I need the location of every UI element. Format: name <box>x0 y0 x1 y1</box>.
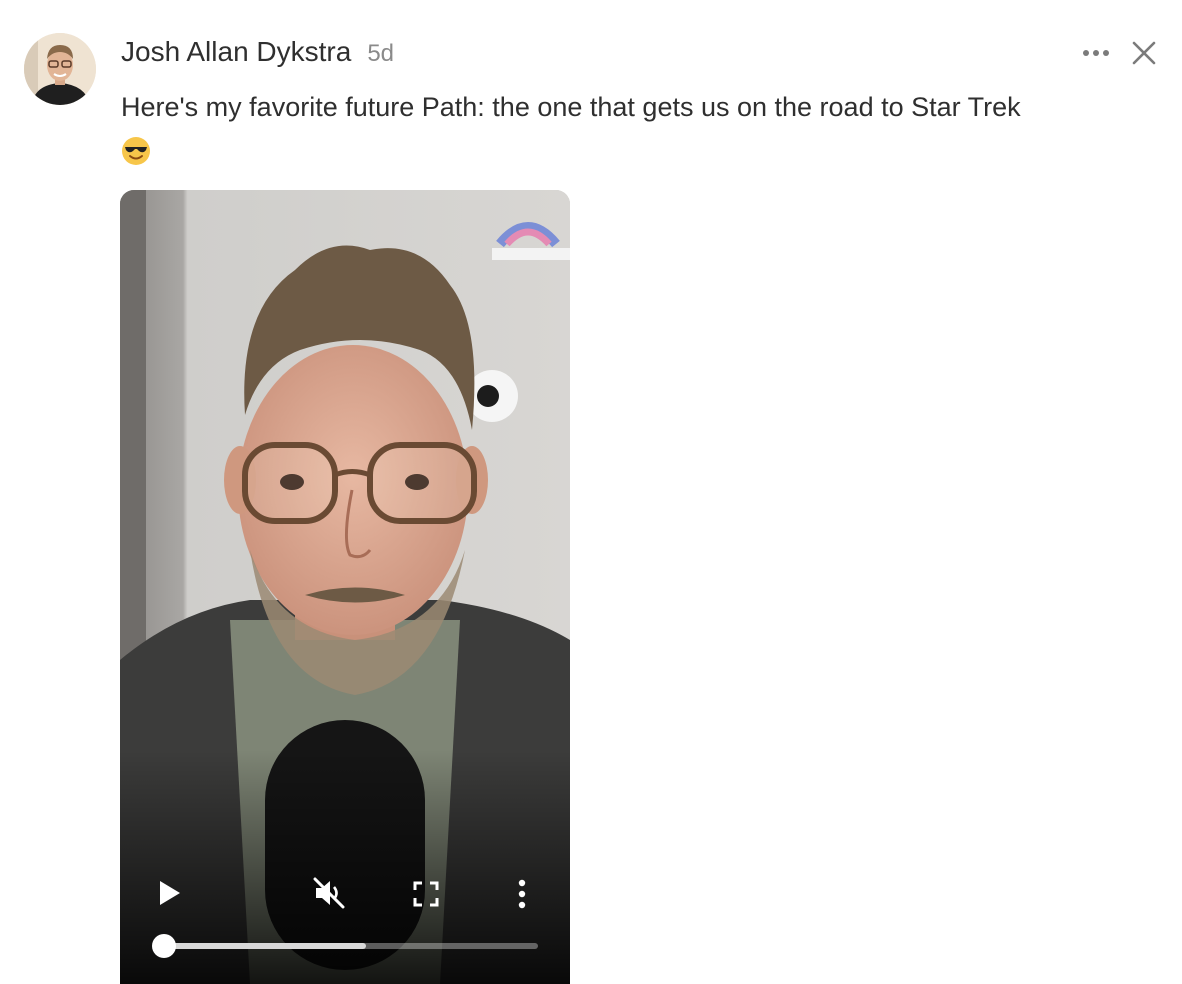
video-frame <box>120 190 570 984</box>
video-player[interactable] <box>120 190 570 984</box>
author-avatar[interactable] <box>24 33 96 105</box>
close-button[interactable] <box>1130 39 1158 67</box>
mute-toggle-button[interactable] <box>312 876 346 910</box>
fullscreen-button[interactable] <box>412 880 440 908</box>
post-timestamp: 5d <box>367 40 395 67</box>
progress-buffered <box>164 943 366 949</box>
progress-scrubber[interactable] <box>152 934 176 958</box>
author-name[interactable]: Josh Allan Dykstra <box>121 36 351 68</box>
play-button[interactable] <box>156 877 184 909</box>
smiling-face-with-sunglasses-icon <box>121 136 151 166</box>
muted-speaker-icon <box>313 877 345 909</box>
post-body: Here's my favorite future Path: the one … <box>121 92 1021 122</box>
vertical-dots-icon <box>518 879 526 909</box>
play-icon <box>160 881 180 905</box>
video-menu-button[interactable] <box>510 878 534 910</box>
post-text: Here's my favorite future Path: the one … <box>121 86 1171 170</box>
progress-track[interactable] <box>164 943 538 949</box>
more-horizontal-icon <box>1083 50 1109 56</box>
close-icon <box>1132 41 1156 65</box>
more-options-button[interactable] <box>1080 40 1112 66</box>
fullscreen-icon <box>413 881 439 907</box>
post-header: Josh Allan Dykstra 5d <box>121 36 394 68</box>
